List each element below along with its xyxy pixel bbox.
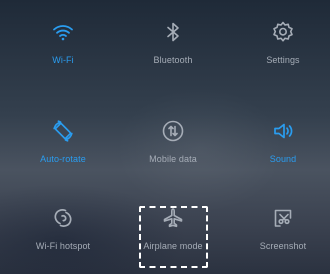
auto-rotate-label: Auto-rotate [40,154,86,164]
bluetooth-toggle[interactable]: Bluetooth [118,8,228,88]
airplane-icon [160,205,186,231]
sound-toggle[interactable]: Sound [228,107,330,187]
auto-rotate-toggle[interactable]: Auto-rotate [8,107,118,187]
hotspot-icon [50,205,76,231]
wifi-hotspot-label: Wi-Fi hotspot [35,241,91,251]
wifi-toggle[interactable]: Wi-Fi [8,8,118,88]
wifi-hotspot-toggle[interactable]: Wi-Fi hotspot [8,194,118,274]
mobile-data-icon [160,118,186,144]
airplane-mode-toggle[interactable]: Airplane mode [118,194,228,274]
speaker-icon [270,118,296,144]
bluetooth-icon [160,19,186,45]
gear-icon [270,19,296,45]
auto-rotate-icon [50,118,76,144]
wifi-icon [50,19,76,45]
airplane-mode-label: Airplane mode [143,241,203,251]
mobile-data-label: Mobile data [149,154,197,164]
screenshot-button[interactable]: Screenshot [228,194,330,274]
quick-settings-panel: Wi-Fi Bluetooth Settings Auto-rotate Mob… [0,0,330,274]
settings-label: Settings [266,55,300,65]
settings-shortcut[interactable]: Settings [228,8,330,88]
wifi-label: Wi-Fi [52,55,74,65]
mobile-data-toggle[interactable]: Mobile data [118,107,228,187]
screenshot-label: Screenshot [259,241,307,251]
sound-label: Sound [269,154,297,164]
screenshot-icon [270,205,296,231]
bluetooth-label: Bluetooth [153,55,193,65]
